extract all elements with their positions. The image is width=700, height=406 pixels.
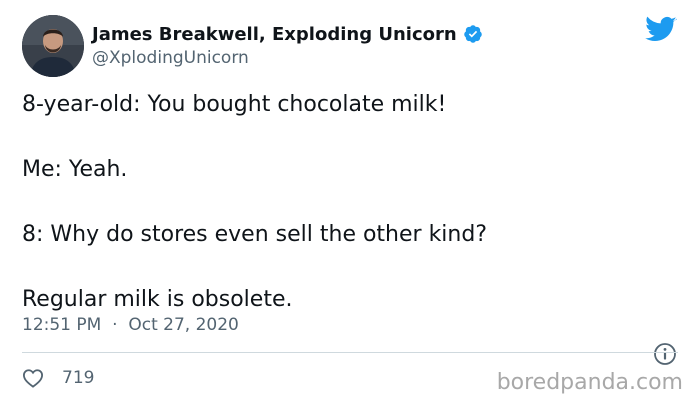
- heart-icon: [22, 368, 44, 388]
- avatar-image: [22, 15, 84, 77]
- tweet-line: Me: Yeah.: [22, 157, 128, 182]
- like-button[interactable]: 719: [22, 368, 94, 388]
- tweet-date: Oct 27, 2020: [128, 315, 239, 335]
- twitter-bird-icon[interactable]: [645, 16, 677, 44]
- info-icon[interactable]: [653, 342, 677, 366]
- author-row: James Breakwell, Exploding Unicorn: [92, 22, 483, 46]
- tweet-timestamp[interactable]: 12:51 PM · Oct 27, 2020: [22, 315, 239, 335]
- tweet-line: 8-year-old: You bought chocolate milk!: [22, 92, 447, 117]
- author-name[interactable]: James Breakwell, Exploding Unicorn: [92, 24, 457, 45]
- like-count: 719: [62, 368, 95, 388]
- meta-separator: ·: [106, 315, 123, 335]
- tweet-text: 8-year-old: You bought chocolate milk! M…: [22, 91, 672, 351]
- tweet-card: James Breakwell, Exploding Unicorn @Xplo…: [0, 0, 700, 406]
- avatar[interactable]: [22, 15, 84, 77]
- verified-badge-icon: [463, 24, 483, 44]
- tweet-line: Regular milk is obsolete.: [22, 287, 293, 312]
- tweet-line: 8: Why do stores even sell the other kin…: [22, 222, 488, 247]
- tweet-time: 12:51 PM: [22, 315, 102, 335]
- watermark: boredpanda.com: [496, 370, 683, 395]
- divider: [22, 352, 678, 353]
- author-handle[interactable]: @XplodingUnicorn: [92, 48, 249, 68]
